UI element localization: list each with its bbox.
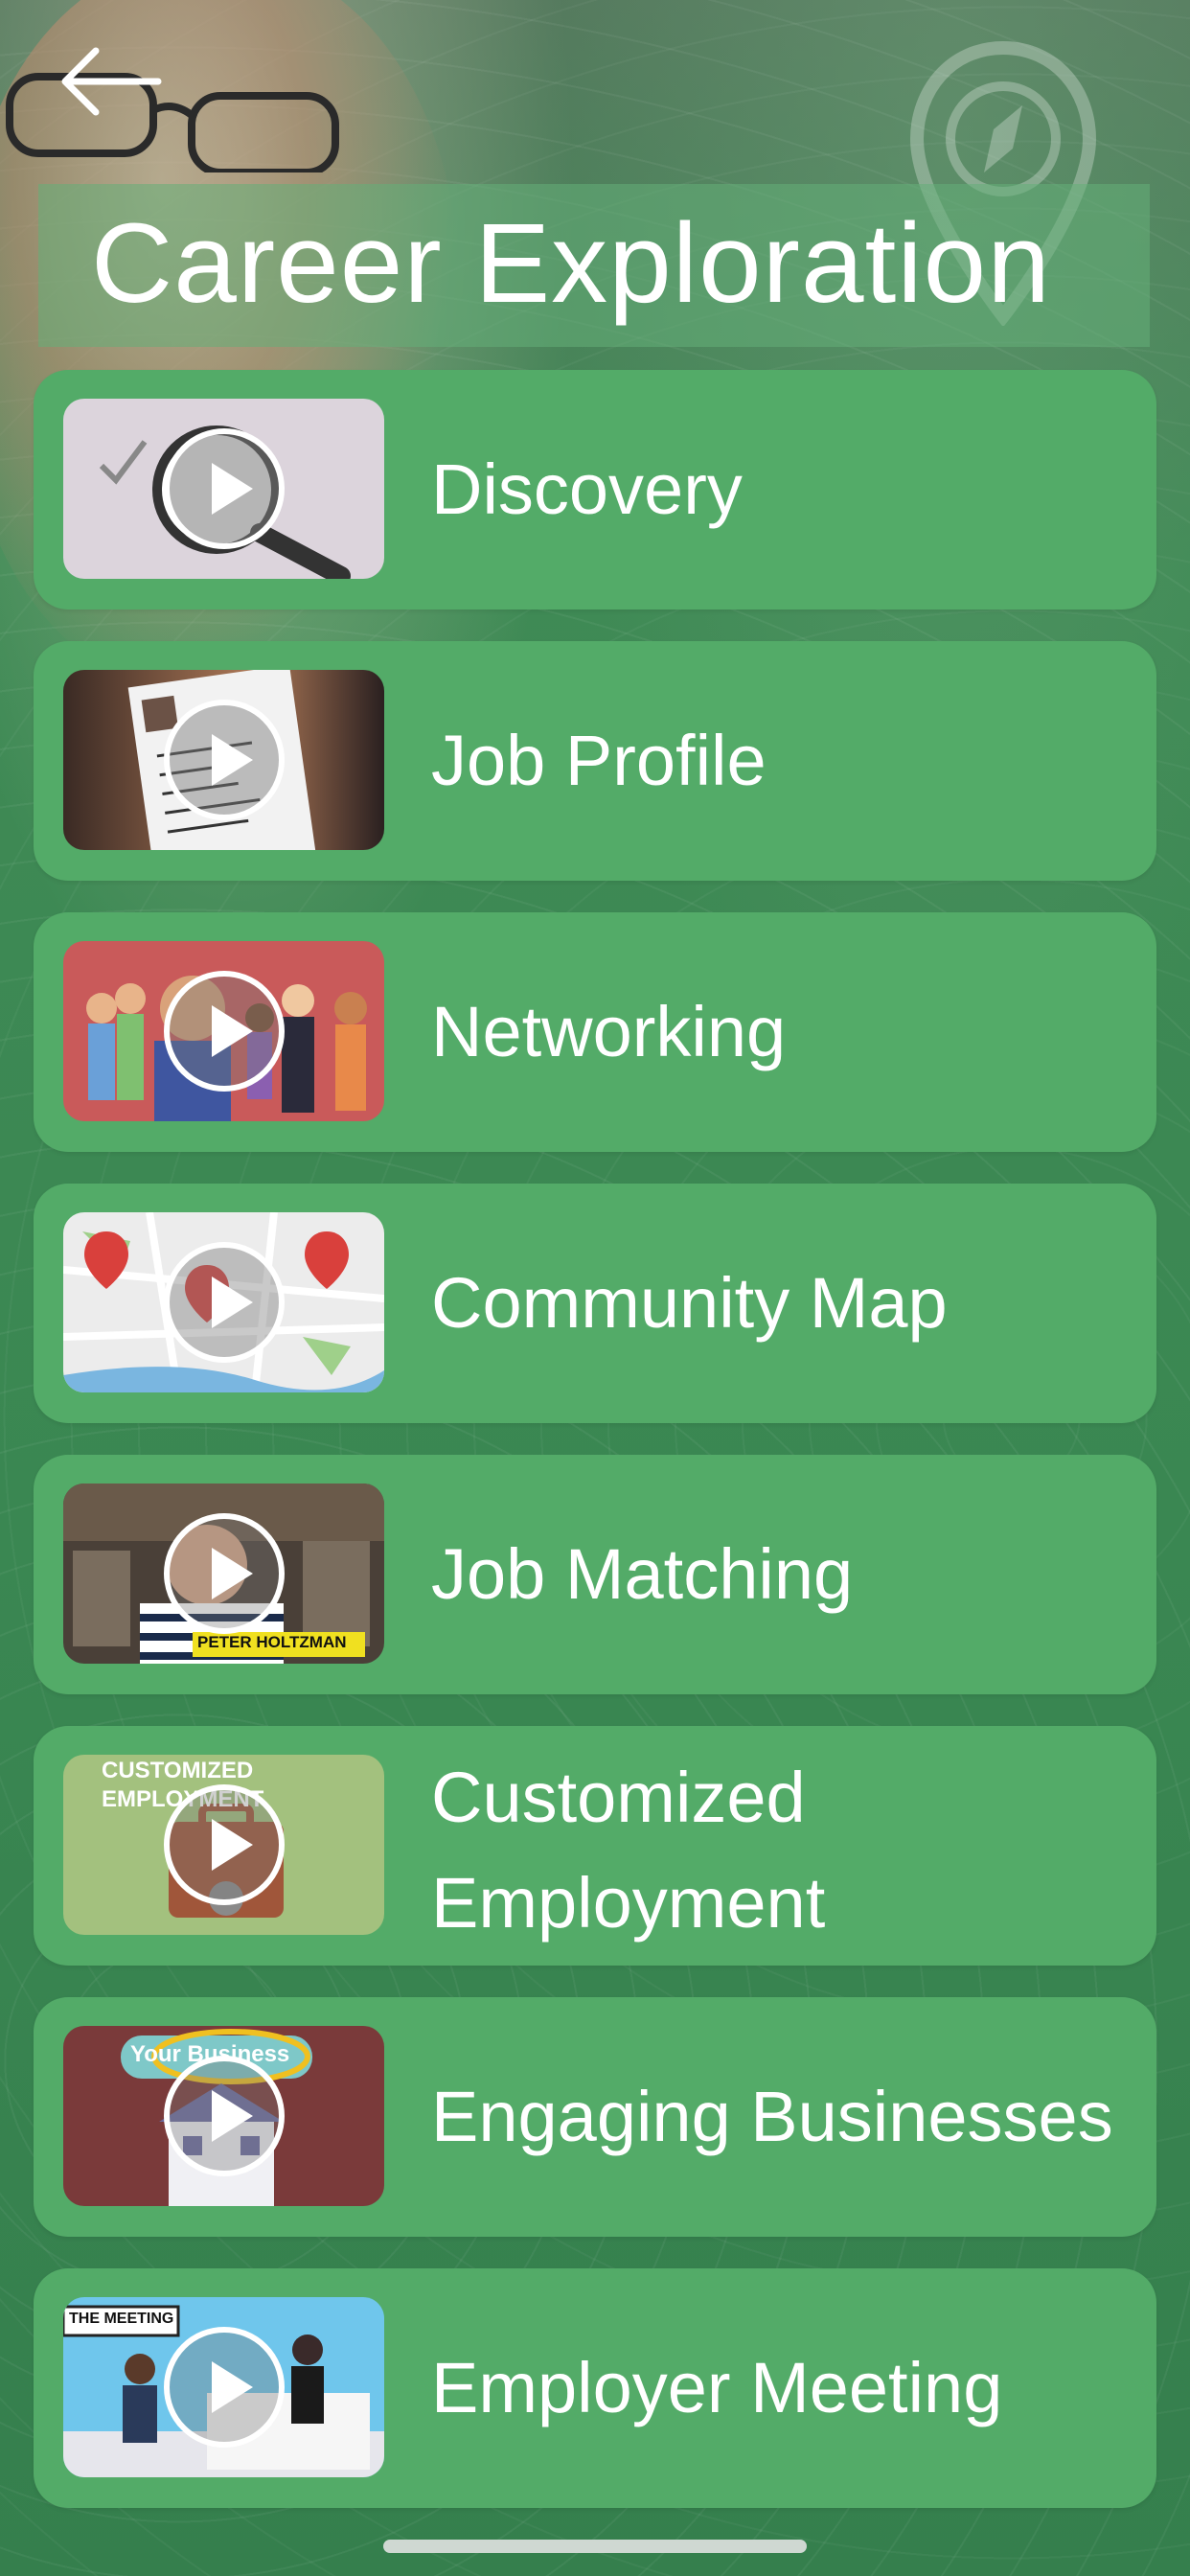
play-icon bbox=[163, 1513, 285, 1634]
engaging-businesses-thumbnail: Your Business bbox=[63, 2026, 384, 2206]
video-list: Discovery Job Profile Networking Communi… bbox=[34, 370, 1156, 2540]
job-matching-thumbnail: PETER HOLTZMAN bbox=[63, 1484, 384, 1664]
video-title-line-2: Employment bbox=[431, 1863, 826, 1943]
video-title: Networking bbox=[431, 992, 787, 1071]
play-icon bbox=[163, 1784, 285, 1905]
job-profile-thumbnail bbox=[63, 670, 384, 850]
video-title-line-1: Customized bbox=[431, 1758, 806, 1837]
arrow-left-icon bbox=[61, 47, 162, 116]
video-card-job-matching[interactable]: PETER HOLTZMAN Job Matching bbox=[34, 1455, 1156, 1694]
video-card-networking[interactable]: Networking bbox=[34, 912, 1156, 1152]
video-card-customized-employment[interactable]: CUSTOMIZED EMPLOYMENT Customized Employm… bbox=[34, 1726, 1156, 1966]
community-map-thumbnail bbox=[63, 1212, 384, 1392]
video-card-discovery[interactable]: Discovery bbox=[34, 370, 1156, 610]
play-icon bbox=[163, 428, 285, 549]
networking-thumbnail bbox=[63, 941, 384, 1121]
video-title: Employer Meeting bbox=[431, 2348, 1003, 2427]
play-icon bbox=[163, 2327, 285, 2448]
play-icon bbox=[163, 1242, 285, 1363]
video-title: Job Profile bbox=[431, 721, 767, 800]
play-icon bbox=[163, 2056, 285, 2176]
page-title: Career Exploration bbox=[91, 200, 1051, 327]
customized-employment-thumbnail: CUSTOMIZED EMPLOYMENT bbox=[63, 1755, 384, 1935]
employer-meeting-thumbnail: THE MEETING bbox=[63, 2297, 384, 2477]
video-card-community-map[interactable]: Community Map bbox=[34, 1184, 1156, 1423]
thumbnail-caption: PETER HOLTZMAN bbox=[197, 1633, 347, 1651]
video-title: Job Matching bbox=[431, 1534, 854, 1614]
video-card-engaging-businesses[interactable]: Your Business Engaging Businesses bbox=[34, 1997, 1156, 2237]
home-indicator[interactable] bbox=[383, 2540, 807, 2553]
play-icon bbox=[163, 971, 285, 1092]
video-card-employer-meeting[interactable]: THE MEETING Employer Meeting bbox=[34, 2268, 1156, 2508]
video-title: Customized Employment bbox=[431, 1745, 825, 1956]
thumbnail-caption: THE MEETING bbox=[69, 2311, 174, 2327]
hero-glasses bbox=[6, 73, 339, 172]
back-button[interactable] bbox=[53, 38, 168, 125]
discovery-thumbnail bbox=[63, 399, 384, 579]
video-title: Community Map bbox=[431, 1263, 948, 1343]
video-card-job-profile[interactable]: Job Profile bbox=[34, 641, 1156, 881]
play-icon bbox=[163, 700, 285, 820]
video-title: Discovery bbox=[431, 449, 743, 529]
video-title: Engaging Businesses bbox=[431, 2077, 1113, 2156]
